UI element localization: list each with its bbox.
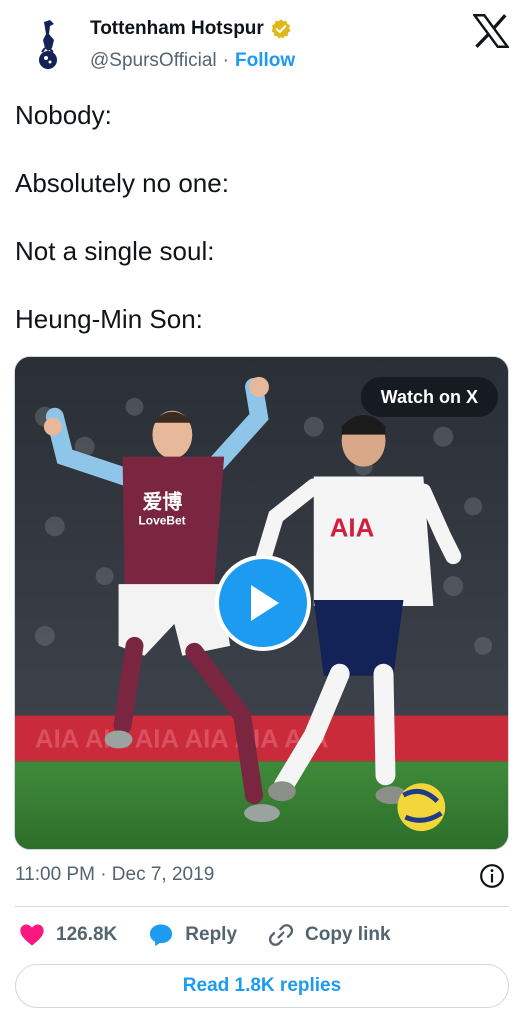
tweet-line: Not a single soul: — [15, 236, 215, 266]
gold-verified-icon — [271, 19, 291, 39]
divider — [15, 906, 509, 907]
avatar[interactable] — [16, 14, 80, 78]
reply-label: Reply — [185, 924, 238, 945]
reply-bubble-icon — [150, 924, 173, 947]
read-replies-button[interactable]: Read 1.8K replies — [15, 964, 509, 1008]
tweet-header: Tottenham Hotspur @SpursOfficial · Follo… — [0, 0, 523, 92]
play-icon — [251, 585, 279, 621]
like-button[interactable]: 126.8K — [18, 921, 117, 949]
watch-on-x-button[interactable]: Watch on X — [360, 377, 498, 417]
follow-button[interactable]: Follow — [235, 50, 295, 72]
tweet-line: Absolutely no one: — [15, 168, 229, 198]
sponsor-chinese: 爱博 — [142, 489, 182, 513]
svg-text:AIA AIA AIA AIA AIA AIA: AIA AIA AIA AIA AIA AIA — [35, 725, 329, 753]
tweet-text: Nobody: Absolutely no one: Not a single … — [15, 98, 505, 370]
action-bar: 126.8K Reply Copy link — [18, 918, 421, 952]
sponsor-right: AIA — [330, 514, 375, 542]
info-icon[interactable] — [479, 863, 505, 889]
x-logo-icon[interactable] — [473, 14, 509, 48]
heart-icon — [20, 924, 44, 946]
video-player[interactable]: AIA AIA AIA AIA AIA AIA 爱博 LoveBet AIA W… — [14, 356, 509, 850]
handle[interactable]: @SpursOfficial — [90, 50, 217, 72]
spurs-crest-icon — [39, 20, 57, 69]
handle-row: @SpursOfficial · Follow — [90, 50, 295, 72]
copy-link-label: Copy link — [305, 924, 391, 945]
reply-button[interactable]: Reply — [147, 921, 237, 949]
sponsor-left: LoveBet — [138, 513, 185, 527]
play-button[interactable] — [215, 555, 311, 651]
link-icon — [268, 924, 294, 946]
timestamp[interactable]: 11:00 PM · Dec 7, 2019 — [15, 864, 214, 886]
separator: · — [222, 50, 229, 71]
name-row: Tottenham Hotspur — [90, 18, 292, 40]
tweet-line: Heung-Min Son: — [15, 304, 203, 334]
tweet-line: Nobody: — [15, 100, 112, 130]
copy-link-button[interactable]: Copy link — [267, 921, 391, 949]
like-count: 126.8K — [56, 924, 118, 945]
display-name[interactable]: Tottenham Hotspur — [90, 18, 264, 40]
